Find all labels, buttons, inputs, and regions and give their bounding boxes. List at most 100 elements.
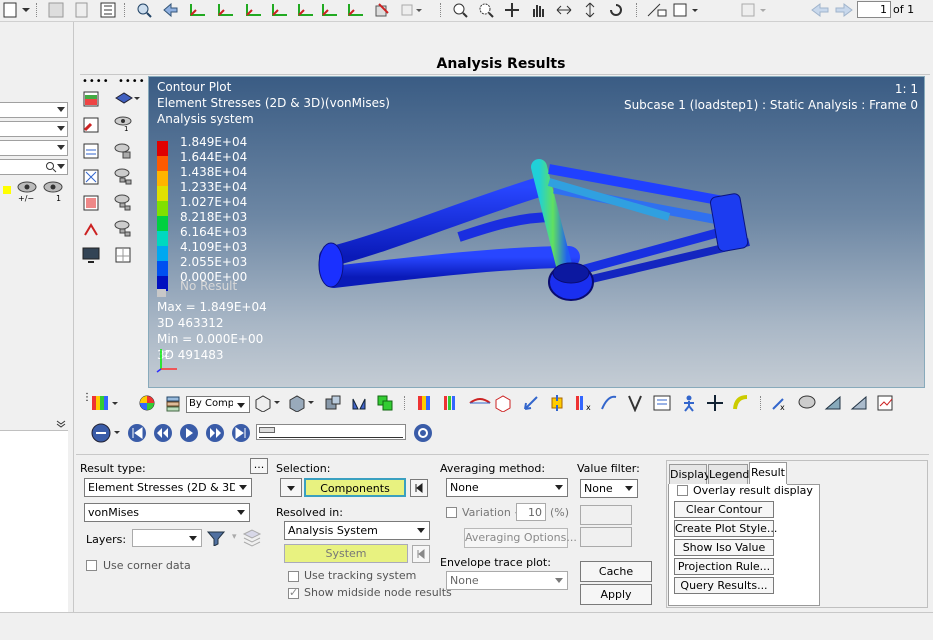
use-corner-data-checkbox[interactable]	[86, 560, 97, 571]
tracking-person-icon[interactable]	[680, 394, 698, 412]
solid-cube-icon[interactable]	[288, 394, 316, 412]
monitor-icon[interactable]	[82, 246, 100, 264]
variation-checkbox[interactable]	[446, 507, 457, 518]
view-iso-icon[interactable]	[374, 2, 390, 18]
notes-icon[interactable]	[652, 394, 674, 412]
layers-dropdown[interactable]	[132, 529, 202, 547]
slope-edit-icon[interactable]	[850, 394, 868, 412]
averaging-options-button[interactable]: Averaging Options...	[464, 528, 577, 548]
deformed-icon[interactable]	[82, 116, 100, 134]
layout-icon[interactable]	[48, 2, 64, 18]
next-page-icon[interactable]	[834, 2, 854, 18]
play-icon[interactable]	[178, 422, 200, 444]
view-options-icon[interactable]	[400, 2, 424, 18]
overlay-result-checkbox[interactable]	[677, 485, 688, 496]
left-combo-2[interactable]	[0, 121, 68, 137]
eye-one-icon[interactable]: 1	[114, 114, 132, 132]
variation-input[interactable]: 10	[516, 503, 546, 521]
layers-stack-icon[interactable]	[164, 394, 182, 412]
filter-dropdown-arrow[interactable]: ▾	[232, 532, 237, 542]
arrow-left-icon[interactable]	[162, 2, 178, 18]
slope-icon[interactable]	[824, 394, 842, 412]
plot-chart-icon[interactable]	[876, 394, 898, 412]
value-filter-max-input[interactable]	[580, 527, 632, 547]
previous-page-icon[interactable]	[810, 2, 830, 18]
rotate-icon[interactable]	[608, 2, 624, 18]
next-frame-icon[interactable]	[204, 422, 226, 444]
value-filter-min-input[interactable]	[580, 505, 632, 525]
tab-display[interactable]: Display	[669, 464, 711, 484]
tensor-plot-icon[interactable]	[548, 394, 566, 412]
page-grid-icon[interactable]	[100, 2, 116, 18]
system-selector-button[interactable]: System	[284, 544, 408, 563]
query-eye-icon[interactable]	[114, 142, 132, 160]
graphics-viewport[interactable]: Contour Plot Element Stresses (2D & 3D)(…	[148, 76, 925, 388]
show-iso-value-button[interactable]: Show Iso Value	[674, 539, 774, 556]
measure-move-icon[interactable]	[706, 394, 724, 412]
query-results-button[interactable]: Query Results...	[674, 577, 774, 594]
new-page-icon[interactable]	[2, 2, 32, 18]
components-selector-button[interactable]: Components	[304, 478, 406, 497]
assigned-result-icon[interactable]	[442, 394, 460, 412]
value-filter-dropdown[interactable]: None	[580, 479, 638, 498]
animation-mode-icon[interactable]	[90, 422, 124, 444]
feature-cube-icon[interactable]	[324, 394, 342, 412]
contour-icon[interactable]	[82, 90, 100, 108]
zoom-window-icon[interactable]	[478, 2, 494, 18]
color-icon[interactable]	[2, 182, 12, 196]
cache-button[interactable]: Cache	[580, 561, 652, 582]
bike-frame-model[interactable]	[309, 117, 769, 317]
clear-contour-button[interactable]: Clear Contour	[674, 501, 774, 518]
projection-rule-button[interactable]: Projection Rule...	[674, 558, 774, 575]
contour-result-icon[interactable]	[416, 394, 434, 412]
curve-icon[interactable]	[732, 394, 750, 412]
selection-dropdown-button[interactable]	[280, 478, 302, 497]
page-number-input[interactable]	[857, 1, 891, 18]
tab-legend[interactable]: Legend	[708, 464, 749, 484]
color-wheel-icon[interactable]	[138, 394, 156, 412]
left-search-field[interactable]	[0, 159, 68, 175]
first-frame-icon[interactable]	[126, 422, 148, 444]
iso-icon[interactable]	[82, 194, 100, 212]
page-view-icon[interactable]	[114, 246, 132, 264]
view-front-icon[interactable]	[270, 2, 292, 18]
envelope-trace-dropdown[interactable]: None	[446, 571, 568, 590]
group-eye-icon[interactable]	[114, 194, 132, 212]
left-combo-3[interactable]	[0, 140, 68, 156]
resolved-in-dropdown[interactable]: Analysis System	[284, 521, 430, 540]
collapse-chevron-icon[interactable]	[56, 420, 66, 428]
tensor-icon[interactable]	[82, 168, 100, 186]
cube-grid-icon[interactable]	[494, 394, 512, 412]
use-tracking-checkbox[interactable]	[288, 571, 299, 582]
zoom-in-icon[interactable]	[452, 2, 468, 18]
result-type-dropdown[interactable]: Element Stresses (2D & 3D) (t)	[84, 478, 252, 497]
selection-reset-icon[interactable]	[410, 479, 428, 497]
copy-page-icon[interactable]	[74, 2, 90, 18]
create-plot-style-button[interactable]: Create Plot Style...	[674, 520, 777, 537]
isolate-eye-icon[interactable]	[42, 180, 64, 194]
trace-icon[interactable]	[82, 220, 100, 238]
show-eye-icon[interactable]	[16, 180, 38, 194]
probe-icon[interactable]: x	[770, 394, 788, 412]
iso-plot-icon[interactable]: x	[574, 394, 596, 412]
left-combo-1[interactable]	[0, 102, 68, 118]
transparency-icon[interactable]	[376, 394, 394, 412]
animation-slider[interactable]	[256, 424, 406, 440]
averaging-method-dropdown[interactable]: None	[446, 478, 568, 497]
filter-icon[interactable]	[206, 530, 228, 546]
flex-body-icon[interactable]	[626, 394, 644, 412]
measure-icon[interactable]	[646, 2, 668, 18]
zoom-fit-icon[interactable]	[136, 2, 152, 18]
apply-button[interactable]: Apply	[580, 584, 652, 605]
fit-vertical-icon[interactable]	[582, 2, 598, 18]
previous-frame-icon[interactable]	[152, 422, 174, 444]
vector-plot-icon[interactable]	[522, 394, 540, 412]
view-back-icon[interactable]	[296, 2, 318, 18]
tab-result[interactable]: Result	[749, 462, 787, 484]
by-comp-dropdown[interactable]: By Comp	[186, 396, 250, 413]
view-top-icon[interactable]	[320, 2, 342, 18]
animation-settings-icon[interactable]	[412, 422, 434, 444]
component-eye-icon[interactable]	[114, 220, 132, 238]
view-xz-icon[interactable]	[216, 2, 238, 18]
system-reset-icon[interactable]	[412, 545, 430, 563]
